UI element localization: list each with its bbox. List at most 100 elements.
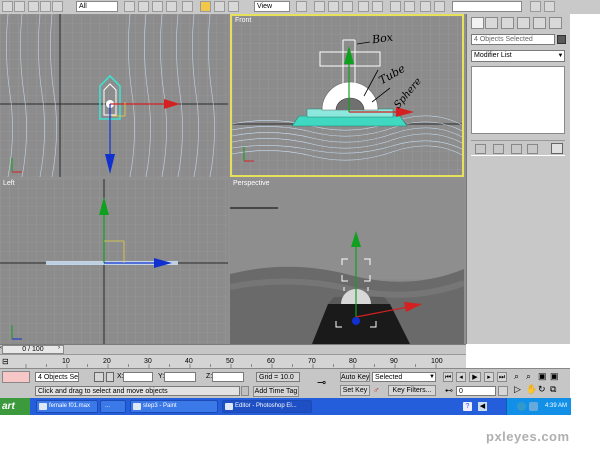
motion-tab-icon[interactable] [517,17,530,29]
zoom-extents-icon[interactable]: ▣ [538,371,547,382]
y-coordinate-field[interactable] [164,372,196,382]
ruler-tick-label: 30 [144,358,152,365]
current-frame-field[interactable]: 0 [456,386,496,396]
x-coordinate-field[interactable] [123,372,153,382]
absolute-mode-icon[interactable] [106,372,114,382]
window-crossing-icon[interactable] [166,1,177,12]
set-keys-icon[interactable]: ♂ [373,385,385,396]
link-icon[interactable] [28,1,39,12]
rotate-tool-icon[interactable] [214,1,225,12]
zoom-all-icon[interactable]: ⌕ [526,371,531,382]
remove-modifier-icon[interactable] [527,144,538,154]
mini-curve-editor-icon[interactable]: ⊟ [2,357,14,367]
track-bar[interactable]: 10 20 30 40 50 60 70 80 90 100 ⊟ [0,354,466,369]
task-paint[interactable]: step3 - Paint [130,400,218,413]
align-icon[interactable] [372,1,383,12]
maximize-viewport-icon[interactable]: ⧉ [550,384,556,395]
key-icon[interactable]: ⊸ [317,378,326,389]
show-end-result-icon[interactable] [493,144,504,154]
quick-render-icon[interactable] [530,1,541,12]
selection-filter-dropdown[interactable]: All [76,1,118,12]
mirror-icon[interactable] [358,1,369,12]
tray-app-icon[interactable] [529,402,538,411]
maxscript-listener[interactable] [2,371,30,383]
viewport-left[interactable]: Left [0,179,228,344]
next-frame-icon[interactable]: ▸ [484,372,494,382]
modifier-list-dropdown[interactable]: Modifier List [471,50,565,62]
field-of-view-icon[interactable]: ▷ [514,384,521,395]
left-viewport-canvas [0,179,228,344]
pin-stack-icon[interactable] [475,144,486,154]
prev-frame-icon[interactable]: ‹ [0,345,2,351]
lock-selection-icon[interactable] [94,372,104,382]
time-slider-thumb[interactable]: 0 / 100 [2,345,64,354]
modifier-stack[interactable] [471,66,565,134]
task-photoshop-editor[interactable]: Editor - Photoshop El... [222,400,312,413]
utilities-tab-icon[interactable] [549,17,562,29]
next-frame-icon[interactable]: › [58,345,60,351]
key-mode-toggle-icon[interactable]: ⊷ [445,386,455,396]
rotate-icon[interactable] [182,1,193,12]
z-coordinate-field[interactable] [212,372,244,382]
viewport-top[interactable] [0,14,228,177]
object-name-field[interactable]: 4 Objects Selected [471,34,555,45]
bind-icon[interactable] [52,1,63,12]
ruler-tick-label: 90 [390,358,398,365]
start-button[interactable]: art [0,398,30,415]
go-to-end-icon[interactable]: ⏭ [497,372,507,382]
material-editor-icon[interactable] [420,1,431,12]
select-icon[interactable] [124,1,135,12]
percent-snap-icon[interactable] [342,1,353,12]
auto-key-button[interactable]: Auto Key [340,372,370,382]
chevron-down-icon: ▼ [429,374,435,380]
set-key-button[interactable]: Set Key [340,385,370,396]
play-icon[interactable]: ▶ [469,372,481,382]
scale-icon[interactable] [228,1,239,12]
key-mode-dropdown[interactable]: Selected [372,372,436,382]
select-by-name-icon[interactable] [138,1,149,12]
unlink-icon[interactable] [40,1,51,12]
undo-icon[interactable] [2,1,13,12]
named-selection-field[interactable] [452,1,522,12]
task-female-max[interactable]: female f01.max [36,400,98,413]
task-ellipsis-1[interactable]: ... [100,400,126,413]
viewport-perspective[interactable]: Perspective [230,179,464,344]
create-tab-icon[interactable] [471,17,484,29]
configure-sets-icon[interactable] [551,143,563,154]
region-select-icon[interactable] [152,1,163,12]
move-icon[interactable] [200,1,211,12]
zoom-extents-all-icon[interactable]: ▣ [550,371,559,382]
viewport-label-front[interactable]: Front [235,17,251,24]
prompt-scroll-icon[interactable] [241,386,249,396]
modify-tab-icon[interactable] [485,17,498,29]
previous-frame-icon[interactable]: ◂ [456,372,466,382]
reference-coordinate-dropdown[interactable]: View [254,1,290,12]
ruler-tick-label: 50 [226,358,234,365]
volume-icon[interactable]: ◀ [478,402,487,411]
key-filters-button[interactable]: Key Filters... [388,385,436,396]
viewport-front[interactable]: Front Box Tube Sphere [230,14,464,177]
curve-editor-icon[interactable] [390,1,401,12]
viewport-label-perspective[interactable]: Perspective [233,180,270,187]
render-setup-icon[interactable] [434,1,445,12]
orbit-icon[interactable]: ↻ [538,384,546,395]
display-tab-icon[interactable] [533,17,546,29]
add-time-tag-button[interactable]: Add Time Tag [253,386,299,397]
network-icon[interactable] [517,402,526,411]
angle-snap-icon[interactable] [328,1,339,12]
hierarchy-tab-icon[interactable] [501,17,514,29]
go-to-start-icon[interactable]: ⏮ [443,372,453,382]
pan-icon[interactable]: ✋ [526,384,537,395]
viewport-label-left[interactable]: Left [3,180,15,187]
schematic-icon[interactable] [404,1,415,12]
pivot-icon[interactable] [296,1,307,12]
ruler-tick-label: 100 [431,358,443,365]
snap-icon[interactable] [314,1,325,12]
render-icon[interactable] [544,1,555,12]
object-color-swatch[interactable] [557,35,566,44]
zoom-icon[interactable]: ⌕ [514,371,519,382]
make-unique-icon[interactable] [511,144,522,154]
time-configuration-icon[interactable] [498,386,508,396]
help-icon[interactable]: ? [463,402,472,411]
redo-icon[interactable] [14,1,25,12]
